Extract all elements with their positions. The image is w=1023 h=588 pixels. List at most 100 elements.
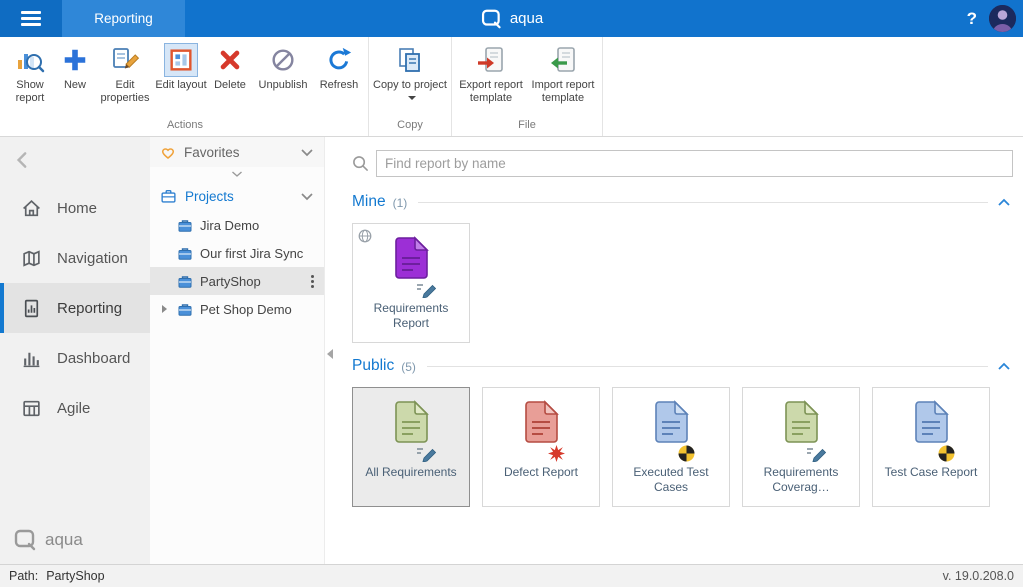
section-collapse-chevron-mine[interactable] (995, 198, 1013, 207)
section-title-public: Public (352, 357, 394, 375)
section-collapse-chevron-public[interactable] (995, 362, 1013, 371)
public-cards-row: All Requirements (352, 387, 1013, 507)
favorites-collapse-chevron[interactable] (300, 145, 314, 160)
favorites-splitter-handle[interactable] (150, 167, 324, 181)
tab-reporting[interactable]: Reporting (62, 0, 185, 37)
sidebar-item-agile[interactable]: Agile (0, 383, 150, 433)
export-report-template-button[interactable]: Export report template (455, 37, 527, 105)
report-card-all-requirements[interactable]: All Requirements (352, 387, 470, 507)
report-card-executed-test-cases[interactable]: Executed Test Cases (612, 387, 730, 507)
projects-collapse-chevron[interactable] (300, 189, 314, 204)
report-doc-icon-green (782, 400, 820, 449)
tab-reporting-label: Reporting (94, 11, 153, 26)
hamburger-icon (21, 8, 41, 30)
copy-to-project-button[interactable]: Copy to project (372, 37, 448, 105)
globe-icon (358, 229, 372, 248)
projects-tree-panel: Favorites Projects (150, 137, 325, 564)
report-card-label: All Requirements (360, 465, 461, 480)
section-title-mine: Mine (352, 193, 386, 211)
delete-x-icon (214, 44, 246, 76)
report-card-requirements-coverage[interactable]: Requirements Coverag… (742, 387, 860, 507)
testcase-badge-icon (938, 445, 955, 462)
refresh-button[interactable]: Refresh (313, 37, 365, 92)
report-card-test-case-report[interactable]: Test Case Report (872, 387, 990, 507)
help-label: ? (967, 9, 977, 29)
project-context-menu-button[interactable] (307, 273, 318, 290)
show-report-label: Show report (5, 79, 55, 105)
sidebar-item-reporting[interactable]: Reporting (0, 283, 150, 333)
requirement-edit-badge-icon (416, 281, 436, 298)
report-card-defect-report[interactable]: Defect Report (482, 387, 600, 507)
unpublish-icon (267, 44, 299, 76)
unpublish-button[interactable]: Unpublish (253, 37, 313, 92)
export-template-icon (475, 44, 507, 76)
import-report-template-button[interactable]: Import report template (527, 37, 599, 105)
map-icon (21, 248, 42, 269)
edit-properties-icon (109, 44, 141, 76)
user-avatar[interactable] (989, 5, 1016, 32)
section-header-mine: Mine (1) (352, 193, 1013, 211)
edit-properties-label: Edit properties (95, 79, 155, 105)
section-divider (418, 202, 988, 203)
project-item-pet-shop-demo[interactable]: Pet Shop Demo (150, 295, 324, 323)
project-item-label: PartyShop (200, 274, 261, 289)
briefcase-icon (160, 188, 177, 204)
unpublish-label: Unpublish (259, 79, 308, 92)
projects-header[interactable]: Projects (150, 181, 324, 211)
sidebar-item-home[interactable]: Home (0, 183, 150, 233)
project-icon (177, 302, 193, 317)
report-doc-icon-purple (392, 236, 430, 285)
sidebar-item-reporting-label: Reporting (57, 300, 122, 317)
requirement-edit-badge-icon (416, 445, 436, 462)
project-icon (177, 218, 193, 233)
report-doc-icon-blue (912, 400, 950, 449)
sidebar-item-dashboard[interactable]: Dashboard (0, 333, 150, 383)
collapse-sidebar-button[interactable] (12, 149, 36, 171)
ribbon-group-label-actions: Actions (5, 117, 365, 136)
ribbon-group-copy: Copy to project Copy (369, 37, 452, 136)
expand-arrow-icon[interactable] (158, 304, 170, 314)
home-icon (21, 198, 42, 219)
app-logo: aqua (480, 0, 543, 37)
copy-to-project-icon (394, 44, 426, 76)
version-label: v. 19.0.208.0 (943, 569, 1014, 583)
edit-properties-button[interactable]: Edit properties (95, 37, 155, 105)
favorites-label: Favorites (184, 145, 240, 160)
favorites-header[interactable]: Favorites (150, 137, 324, 167)
project-item-partyshop[interactable]: PartyShop (150, 267, 324, 295)
project-icon (177, 274, 193, 289)
search-input[interactable] (376, 150, 1013, 177)
report-icon (21, 298, 42, 319)
projects-label: Projects (185, 189, 234, 204)
help-button[interactable]: ? (967, 0, 977, 37)
project-item-jira-demo[interactable]: Jira Demo (150, 211, 324, 239)
testcase-badge-icon (678, 445, 695, 462)
edit-layout-button[interactable]: Edit layout (155, 37, 207, 92)
aqua-footer-label: aqua (45, 530, 83, 550)
new-button[interactable]: New (55, 37, 95, 92)
app-name: aqua (510, 10, 543, 27)
ribbon-group-label-file: File (455, 117, 599, 136)
show-report-button[interactable]: Show report (5, 37, 55, 105)
edit-layout-icon (165, 44, 197, 76)
delete-button[interactable]: Delete (207, 37, 253, 92)
import-template-icon (547, 44, 579, 76)
sidebar-item-agile-label: Agile (57, 400, 90, 417)
project-item-our-first-jira-sync[interactable]: Our first Jira Sync (150, 239, 324, 267)
aqua-logo-icon-gray (13, 528, 37, 552)
edit-layout-label: Edit layout (155, 79, 206, 92)
report-doc-icon-green (392, 400, 430, 449)
collapse-tree-panel-button[interactable] (327, 349, 333, 359)
copy-to-project-label: Copy to project (372, 79, 448, 105)
board-grid-icon (21, 398, 42, 419)
requirement-edit-badge-icon (806, 445, 826, 462)
report-search (352, 150, 1013, 177)
hamburger-menu-button[interactable] (0, 0, 62, 37)
refresh-icon (323, 44, 355, 76)
sidebar-item-navigation[interactable]: Navigation (0, 233, 150, 283)
sidebar-item-dashboard-label: Dashboard (57, 350, 130, 367)
report-card-requirements-report[interactable]: Requirements Report (352, 223, 470, 343)
report-card-label: Requirements Coverag… (743, 465, 859, 495)
dropdown-caret-icon (408, 96, 416, 100)
project-icon (177, 246, 193, 261)
